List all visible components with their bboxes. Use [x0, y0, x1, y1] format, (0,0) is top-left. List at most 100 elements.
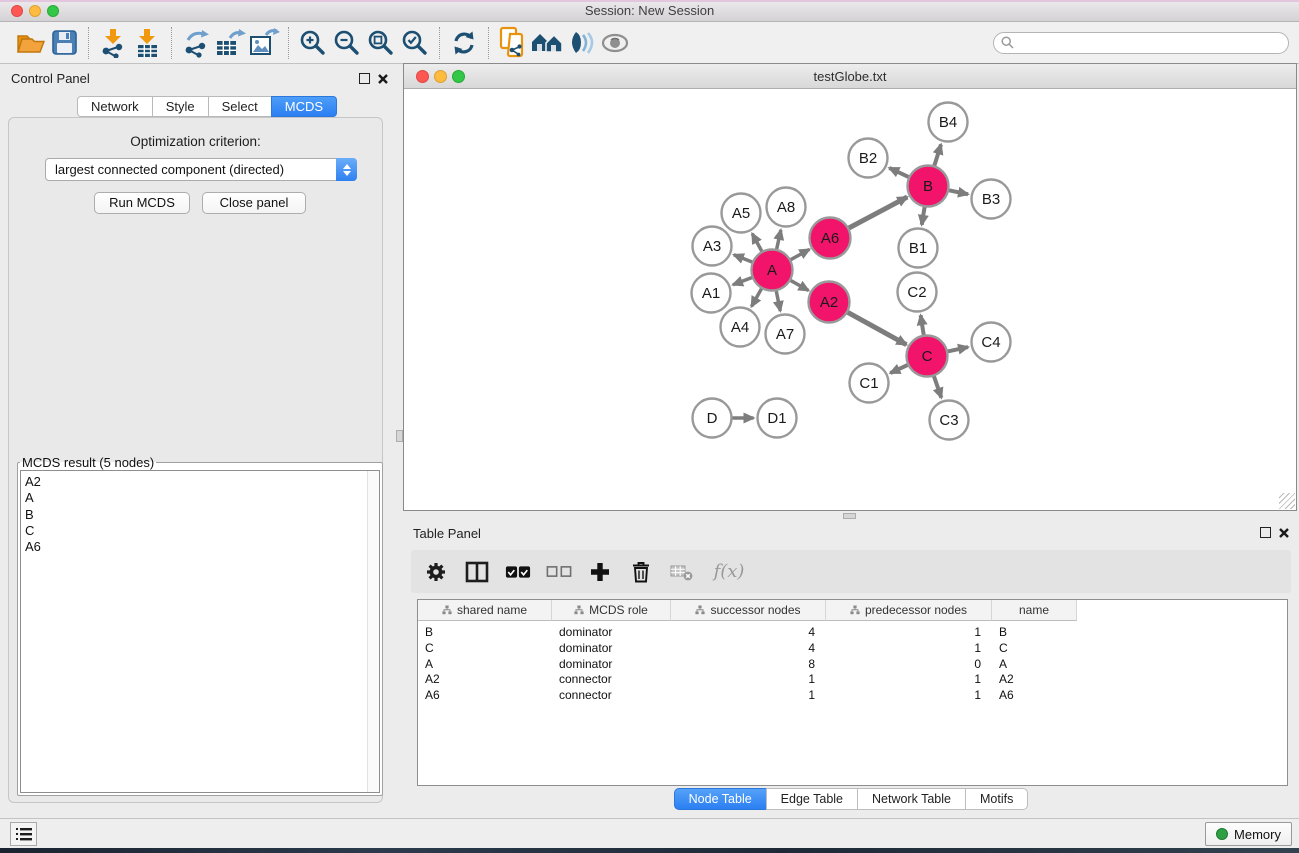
export-image-icon[interactable] [247, 26, 281, 60]
float-icon[interactable] [359, 73, 370, 84]
svg-text:A3: A3 [703, 238, 721, 255]
export-network-icon[interactable] [179, 26, 213, 60]
close-icon[interactable] [377, 72, 389, 90]
search-field[interactable] [993, 32, 1289, 54]
graph-node-c4[interactable]: C4 [972, 323, 1011, 362]
graph-node-a5[interactable]: A5 [722, 194, 761, 233]
graph-node-b[interactable]: B [908, 166, 949, 207]
graph-node-c1[interactable]: C1 [850, 364, 889, 403]
fx-label: f(x) [714, 561, 745, 582]
graph-node-b2[interactable]: B2 [849, 139, 888, 178]
tab-network-table[interactable]: Network Table [857, 788, 966, 810]
graph-node-d1[interactable]: D1 [758, 399, 797, 438]
list-item[interactable]: C [25, 523, 367, 539]
graph-node-a7[interactable]: A7 [766, 315, 805, 354]
import-network-icon[interactable] [96, 26, 130, 60]
svg-text:C: C [922, 348, 933, 365]
select-all-checkboxes-icon[interactable] [505, 559, 531, 585]
graph-node-d[interactable]: D [693, 399, 732, 438]
table-cell: B [418, 625, 552, 641]
table-row[interactable]: Adominator80A [418, 657, 1287, 673]
column-header-mcds-role[interactable]: MCDS role [552, 600, 671, 621]
table-row[interactable]: Bdominator41B [418, 625, 1287, 641]
svg-text:B3: B3 [982, 191, 1000, 208]
eye-icon[interactable] [598, 26, 632, 60]
memory-button[interactable]: Memory [1205, 822, 1292, 846]
table-row[interactable]: A2connector11A2 [418, 672, 1287, 688]
list-item[interactable]: A6 [25, 539, 367, 555]
delete-table-icon[interactable] [669, 559, 695, 585]
float-icon[interactable] [1260, 527, 1271, 538]
export-table-icon[interactable] [213, 26, 247, 60]
function-builder-icon[interactable]: f(x) [710, 559, 748, 585]
zoom-selected-icon[interactable] [398, 26, 432, 60]
vertical-split-handle[interactable] [396, 430, 403, 442]
list-item[interactable]: A2 [25, 474, 367, 490]
refresh-layout-icon[interactable] [447, 26, 481, 60]
graph-node-a1[interactable]: A1 [692, 274, 731, 313]
graph-node-a[interactable]: A [752, 250, 793, 291]
show-graphics-details-icon[interactable] [564, 26, 598, 60]
add-row-icon[interactable] [587, 559, 613, 585]
node-table: shared nameMCDS rolesuccessor nodesprede… [417, 599, 1288, 786]
close-icon[interactable] [1278, 526, 1290, 544]
search-input[interactable] [1018, 36, 1288, 50]
run-mcds-button[interactable]: Run MCDS [94, 192, 190, 214]
graph-node-a4[interactable]: A4 [721, 308, 760, 347]
table-row[interactable]: A6connector11A6 [418, 688, 1287, 704]
scrollbar[interactable] [367, 471, 379, 792]
table-settings-gear-icon[interactable] [423, 559, 449, 585]
tab-mcds[interactable]: MCDS [271, 96, 337, 117]
graph-node-b4[interactable]: B4 [929, 103, 968, 142]
delete-row-icon[interactable] [628, 559, 654, 585]
column-header-name[interactable]: name [992, 600, 1077, 621]
home-icon[interactable] [530, 26, 564, 60]
zoom-in-icon[interactable] [296, 26, 330, 60]
list-item[interactable]: B [25, 507, 367, 523]
list-item[interactable]: A [25, 490, 367, 506]
tab-network[interactable]: Network [77, 96, 153, 117]
resize-grip[interactable] [1279, 493, 1295, 509]
graph-node-a8[interactable]: A8 [767, 188, 806, 227]
import-table-icon[interactable] [130, 26, 164, 60]
zoom-out-icon[interactable] [330, 26, 364, 60]
graph-node-b1[interactable]: B1 [899, 229, 938, 268]
horizontal-split-handle[interactable] [843, 513, 856, 519]
table-cell: 1 [671, 672, 826, 688]
graph-node-b3[interactable]: B3 [972, 180, 1011, 219]
column-header-successor-nodes[interactable]: successor nodes [671, 600, 826, 621]
columns-icon[interactable] [464, 559, 490, 585]
tree-icon [850, 605, 860, 615]
svg-text:B: B [923, 178, 933, 195]
tree-icon [574, 605, 584, 615]
graph-node-a3[interactable]: A3 [693, 227, 732, 266]
graph-node-a6[interactable]: A6 [810, 218, 851, 259]
table-row[interactable]: Cdominator41C [418, 641, 1287, 657]
tab-motifs[interactable]: Motifs [965, 788, 1028, 810]
zoom-fit-icon[interactable] [364, 26, 398, 60]
new-network-from-selection-icon[interactable] [496, 26, 530, 60]
graph-node-c2[interactable]: C2 [898, 273, 937, 312]
table-cell: dominator [552, 625, 671, 641]
svg-text:A2: A2 [820, 294, 838, 311]
open-file-icon[interactable] [13, 26, 47, 60]
table-body: Bdominator41BCdominator41CAdominator80AA… [418, 621, 1287, 704]
task-history-button[interactable] [10, 822, 37, 846]
mcds-result-list[interactable]: A2ABCA6 [21, 471, 367, 792]
column-header-predecessor-nodes[interactable]: predecessor nodes [826, 600, 992, 621]
window-titlebar: Session: New Session [0, 0, 1299, 22]
close-panel-button[interactable]: Close panel [202, 192, 306, 214]
graph-node-a2[interactable]: A2 [809, 282, 850, 323]
deselect-all-checkboxes-icon[interactable] [546, 559, 572, 585]
tab-select[interactable]: Select [208, 96, 272, 117]
tab-edge-table[interactable]: Edge Table [766, 788, 858, 810]
graph-node-c[interactable]: C [907, 336, 948, 377]
network-canvas[interactable]: A1 A3 A4 A5 A7 A8 B1 B2 B3 B4 C1 C2 C3C4 D D1 A A2 A6 B C [404, 89, 1296, 510]
tab-style[interactable]: Style [152, 96, 209, 117]
graph-node-c3[interactable]: C3 [930, 401, 969, 440]
save-session-icon[interactable] [47, 26, 81, 60]
svg-text:C2: C2 [907, 284, 926, 301]
column-header-shared-name[interactable]: shared name [418, 600, 552, 621]
tab-node-table[interactable]: Node Table [674, 788, 767, 810]
criterion-select[interactable]: largest connected component (directed) [45, 158, 357, 181]
